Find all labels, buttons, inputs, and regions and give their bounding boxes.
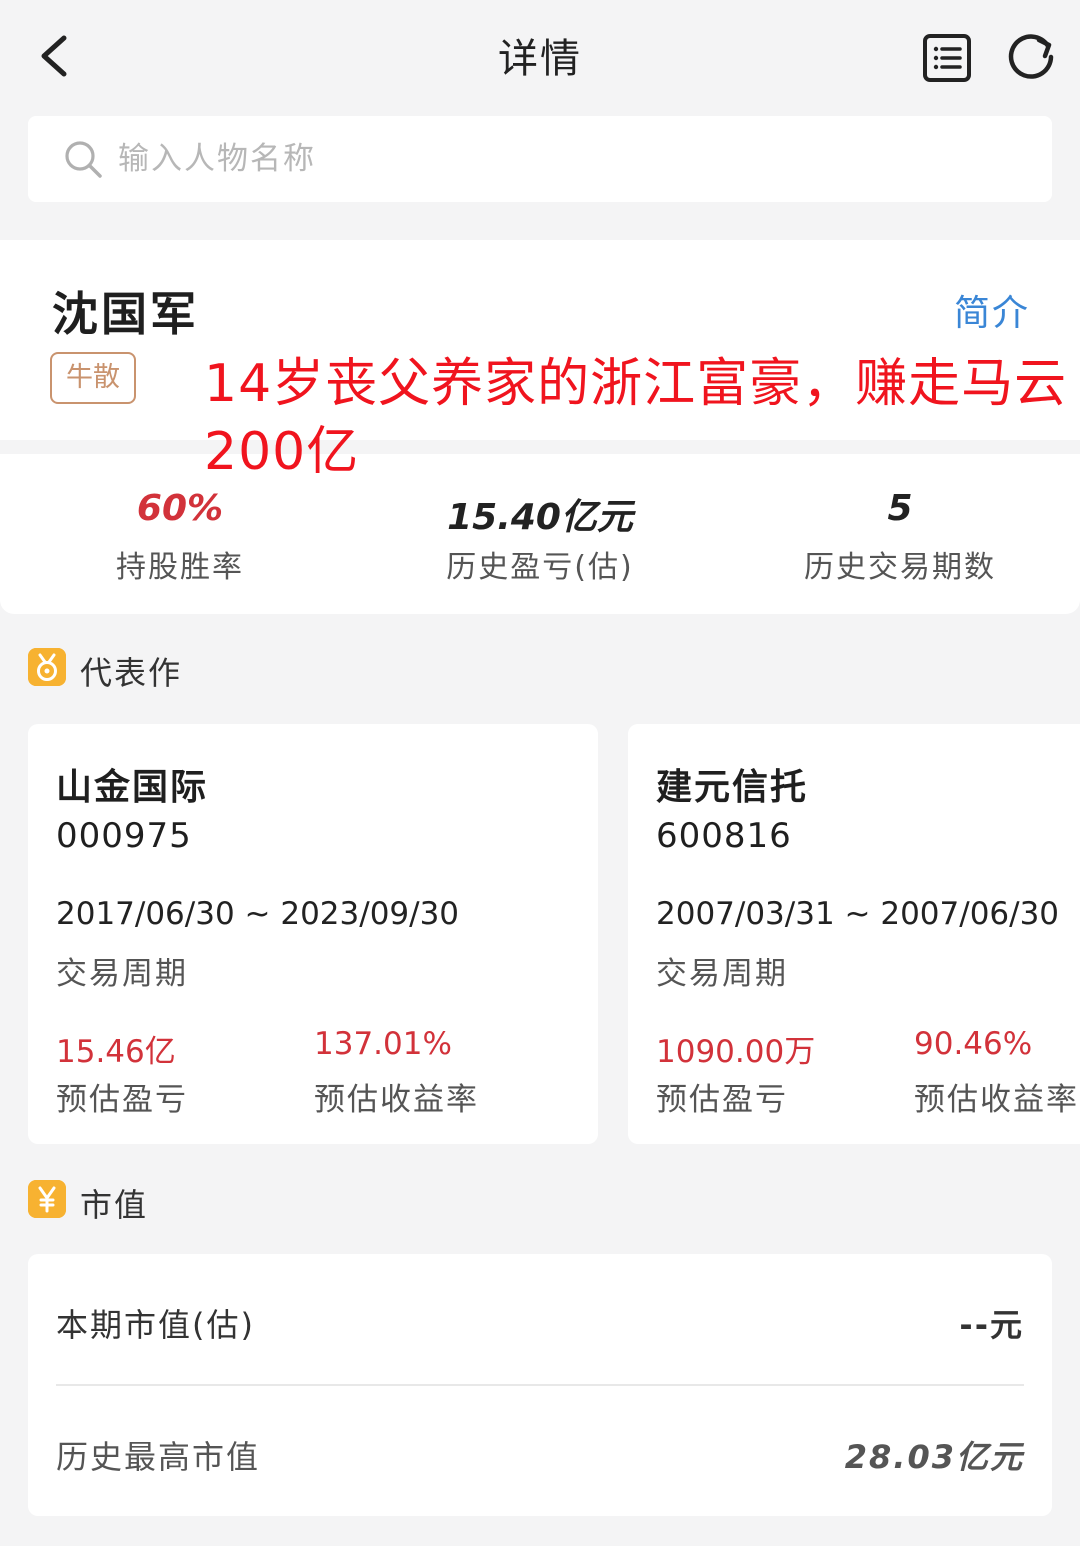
current-market-label: 本期市值(估) [56,1306,255,1344]
refresh-icon[interactable] [1004,30,1058,84]
stat-label-periods: 历史交易期数 [804,550,996,585]
person-name: 沈国军 [52,287,199,341]
max-market-label: 历史最高市值 [56,1438,261,1476]
stat-label-win-rate: 持股胜率 [116,550,244,585]
overlay-caption: 14岁丧父养家的浙江富豪，赚走马云200亿 [204,354,1068,482]
work-period: 2007/03/31 ~ 2007/06/30 [656,896,1060,932]
search-input[interactable] [116,130,920,188]
work-pnl: 15.46亿 [56,1034,176,1070]
work-stock-name: 建元信托 [656,767,809,808]
list-icon[interactable] [920,32,974,84]
max-market-value: 28.03亿元 [844,1438,1024,1476]
work-stock-code: 600816 [656,816,792,856]
work-pnl: 1090.00万 [656,1034,816,1070]
section-title-works: 代表作 [80,654,183,692]
work-return: 90.46% [914,1026,1033,1062]
yen-icon [28,1180,66,1218]
work-period: 2017/06/30 ~ 2023/09/30 [56,896,460,932]
stat-value-win-rate: 60% [136,488,224,529]
stat-label-pnl: 历史盈亏(估) [446,550,634,585]
search-icon [65,141,102,178]
work-return-label: 预估收益率 [914,1082,1079,1118]
intro-link[interactable]: 简介 [954,284,1030,336]
page-title: 详情 [498,36,582,82]
work-period-label: 交易周期 [656,956,788,992]
section-title-market: 市值 [80,1186,149,1224]
medal-icon [28,648,66,686]
investor-tag: 牛散 [50,352,136,404]
work-stock-code: 000975 [56,816,192,856]
current-market-value: --元 [959,1306,1024,1344]
stat-value-pnl: 15.40亿元 [447,497,633,538]
work-stock-name: 山金国际 [56,767,209,808]
work-return-label: 预估收益率 [314,1082,479,1118]
divider [56,1384,1024,1386]
work-return: 137.01% [314,1026,452,1062]
work-pnl-label: 预估盈亏 [56,1082,188,1118]
work-pnl-label: 预估盈亏 [656,1082,788,1118]
stat-value-periods: 5 [887,488,913,529]
work-period-label: 交易周期 [56,956,188,992]
